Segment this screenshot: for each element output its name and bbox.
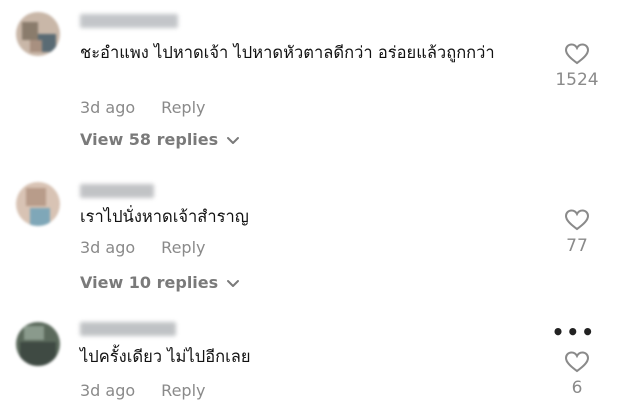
timestamp: 3d ago [80,381,136,400]
like-count: 77 [566,236,588,256]
comment-meta: 3d ago Reply [80,238,205,257]
username-blurred[interactable] [80,14,178,28]
comment-text: ชะอำแพง ไปหาดเจ้า ไปหาดหัวตาลดีกว่า อร่อ… [80,43,495,62]
view-replies-label: View 10 replies [80,273,219,292]
timestamp: 3d ago [80,238,136,257]
timestamp: 3d ago [80,98,136,117]
heart-icon[interactable] [564,42,590,66]
reply-button[interactable]: Reply [161,238,205,257]
username-blurred[interactable] [80,184,154,198]
chevron-down-icon [227,279,240,287]
heart-icon[interactable] [564,350,590,374]
avatar-image [16,322,60,366]
like-control[interactable]: 77 [552,208,602,256]
view-replies-button[interactable]: View 10 replies [80,273,240,292]
comment-meta: 3d ago Reply [80,381,205,400]
view-replies-label: View 58 replies [80,130,219,149]
avatar[interactable] [16,12,60,56]
comment-text: เราไปนั่งหาดเจ้าสำราญ [80,207,249,226]
avatar[interactable] [16,182,60,226]
heart-icon[interactable] [564,208,590,232]
chevron-down-icon [227,136,240,144]
like-control[interactable]: 6 [552,350,602,398]
more-options-icon[interactable]: ••• [552,320,596,344]
comment-text: ไปครั้งเดียว ไม่ไปอีกเลย [80,347,251,366]
username-blurred[interactable] [80,322,176,336]
like-count: 6 [571,378,583,398]
avatar-image [16,12,60,56]
reply-button[interactable]: Reply [161,98,205,117]
like-count: 1524 [555,70,599,90]
avatar[interactable] [16,322,60,366]
reply-button[interactable]: Reply [161,381,205,400]
view-replies-button[interactable]: View 58 replies [80,130,240,149]
comment-meta: 3d ago Reply [80,98,205,117]
like-control[interactable]: 1524 [552,42,602,90]
avatar-image [16,182,60,226]
